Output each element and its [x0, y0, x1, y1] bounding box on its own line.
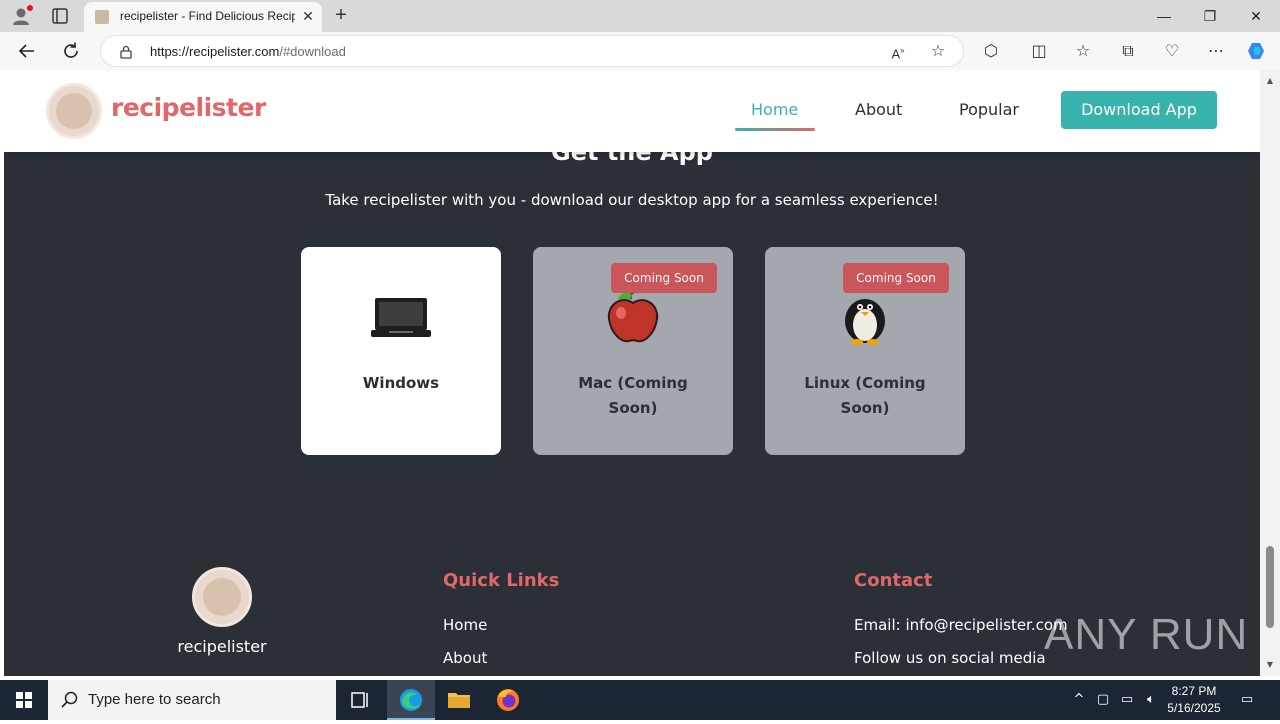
site-brand[interactable]: recipelister [111, 93, 266, 122]
footer-logo[interactable] [192, 567, 252, 627]
contact-social: Follow us on social media [854, 649, 1046, 667]
windows-taskbar: Type here to search ^ ▢ ▭ 🔈︎ 8:27 PM 5/1… [0, 680, 1280, 720]
site-logo[interactable] [46, 83, 102, 139]
apple-icon [533, 290, 733, 345]
active-nav-underline [735, 128, 815, 131]
network-icon[interactable]: ▭ [1118, 691, 1136, 709]
contact-email[interactable]: Email: info@recipelister.com [854, 616, 1068, 634]
scroll-thumb[interactable] [1266, 546, 1274, 628]
scroll-up-icon[interactable]: ▲ [1265, 76, 1275, 86]
quick-links-heading: Quick Links [443, 570, 560, 591]
download-card-linux[interactable]: Coming Soon Linux (Coming Soon) [765, 247, 965, 455]
extensions-icon[interactable]: ⬡ [980, 40, 1002, 62]
footer-brand: recipelister [177, 637, 267, 656]
favorite-star-icon[interactable]: ☆ [927, 40, 949, 62]
profile-icon[interactable] [10, 5, 33, 27]
collections-icon[interactable]: ⧉ [1117, 40, 1139, 62]
download-card-mac[interactable]: Coming Soon Mac (Coming Soon) [533, 247, 733, 455]
footer-link-about[interactable]: About [443, 649, 487, 667]
download-section-subtitle: Take recipelister with you - download ou… [325, 191, 939, 209]
refresh-icon[interactable] [60, 40, 82, 62]
nav-home[interactable]: Home [751, 100, 798, 119]
url-text: https://recipelister.com/#download [150, 44, 346, 59]
close-tab-icon[interactable]: ✕ [300, 8, 316, 24]
copilot-icon[interactable] [1246, 40, 1268, 62]
edge-taskbar-icon[interactable] [387, 680, 435, 720]
favorites-icon[interactable]: ☆ [1072, 40, 1094, 62]
lock-icon[interactable] [119, 44, 133, 59]
page-viewport: Get the App Take recipelister with you -… [4, 70, 1260, 676]
browser-essentials-icon[interactable]: ♡ [1161, 40, 1183, 62]
download-card-windows[interactable]: Windows [301, 247, 501, 455]
download-app-button[interactable]: Download App [1061, 91, 1217, 129]
card-label: Mac (Coming Soon) [578, 374, 688, 417]
coming-soon-badge: Coming Soon [611, 263, 717, 293]
coming-soon-badge: Coming Soon [843, 263, 949, 293]
nav-about[interactable]: About [855, 100, 902, 119]
footer-link-home[interactable]: Home [443, 616, 487, 634]
scroll-down-icon[interactable]: ▼ [1265, 660, 1275, 670]
search-placeholder: Type here to search [88, 691, 221, 708]
browser-titlebar: recipelister - Find Delicious Recipes ✕ … [0, 0, 1280, 32]
watermark: ANY RUN [1044, 610, 1249, 659]
card-label: Windows [362, 374, 440, 392]
browser-toolbar: https://recipelister.com/#download A» ☆ … [0, 32, 1280, 70]
restore-icon[interactable]: ❐ [1187, 0, 1233, 32]
tab-actions-icon[interactable] [50, 6, 70, 26]
browser-tab[interactable]: recipelister - Find Delicious Recipes ✕ [84, 2, 322, 32]
address-bar[interactable]: https://recipelister.com/#download A» ☆ [100, 35, 964, 67]
notifications-icon[interactable]: ▭ [1238, 691, 1256, 709]
laptop-icon [301, 291, 501, 345]
site-header: recipelister Home About Popular Download… [4, 70, 1260, 152]
search-icon [60, 690, 80, 710]
close-window-icon[interactable]: ✕ [1233, 0, 1279, 32]
card-label: Linux (Coming Soon) [804, 374, 926, 417]
minimize-icon[interactable]: — [1141, 0, 1187, 32]
task-view-icon[interactable] [336, 680, 384, 720]
page-scrollbar[interactable]: ▲ ▼ [1260, 70, 1280, 676]
split-screen-icon[interactable]: ◫ [1028, 40, 1050, 62]
nav-popular[interactable]: Popular [959, 100, 1019, 119]
read-aloud-icon[interactable]: A» [887, 40, 909, 62]
taskbar-clock[interactable]: 8:27 PM 5/16/2025 [1162, 683, 1226, 717]
more-menu-icon[interactable]: ⋯ [1205, 40, 1227, 62]
penguin-icon [765, 291, 965, 345]
clock-time: 8:27 PM [1171, 684, 1217, 698]
favicon-icon [95, 10, 109, 24]
taskbar-search[interactable]: Type here to search [48, 680, 336, 720]
file-explorer-icon[interactable] [435, 680, 483, 720]
back-icon[interactable] [16, 40, 38, 62]
tray-chevron-icon[interactable]: ^ [1070, 691, 1088, 709]
clock-date: 5/16/2025 [1167, 701, 1221, 715]
tab-title: recipelister - Find Delicious Recipes [120, 9, 295, 23]
volume-icon[interactable]: 🔈︎ [1142, 691, 1160, 709]
start-button[interactable] [0, 680, 48, 720]
new-tab-icon[interactable]: + [330, 4, 352, 26]
firefox-icon[interactable] [484, 680, 532, 720]
contact-heading: Contact [854, 570, 933, 591]
tray-device-icon[interactable]: ▢ [1094, 691, 1112, 709]
